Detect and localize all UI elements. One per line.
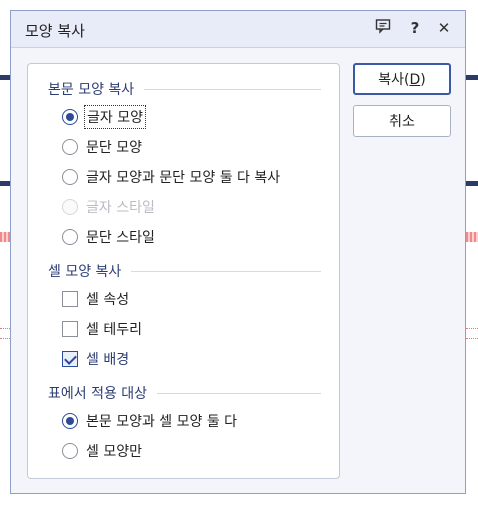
background-dotted-line bbox=[0, 338, 10, 339]
checkbox[interactable] bbox=[62, 291, 78, 307]
section-title: 표에서 적용 대상 bbox=[48, 386, 148, 402]
option-label: 글자 스타일 bbox=[86, 200, 155, 216]
radio-button[interactable] bbox=[62, 443, 78, 459]
option-label: 셀 테두리 bbox=[86, 322, 142, 338]
body-copy-section-header: 본문 모양 복사 bbox=[48, 79, 321, 99]
radio-para-style[interactable]: 문단 스타일 bbox=[62, 226, 155, 248]
radio-button[interactable] bbox=[62, 229, 78, 245]
radio-both-copy[interactable]: 글자 모양과 문단 모양 둘 다 복사 bbox=[62, 166, 280, 188]
radio-body-and-cell[interactable]: 본문 모양과 셀 모양 둘 다 bbox=[62, 410, 237, 432]
radio-cell-only[interactable]: 셀 모양만 bbox=[62, 440, 142, 462]
section-divider bbox=[144, 88, 321, 90]
copy-button[interactable]: 복사(D) bbox=[353, 63, 451, 95]
background-dotted-line bbox=[466, 338, 478, 339]
help-icon[interactable]: ? bbox=[405, 18, 425, 38]
background-dotted-line bbox=[466, 328, 478, 329]
background-document-line bbox=[0, 75, 10, 80]
radio-button bbox=[62, 199, 78, 215]
table-target-section-header: 표에서 적용 대상 bbox=[48, 383, 321, 403]
dialog-title: 모양 복사 bbox=[25, 22, 85, 40]
close-icon[interactable]: ✕ bbox=[434, 18, 454, 38]
comment-icon[interactable] bbox=[373, 18, 393, 38]
copy-button-label: 복사(D) bbox=[378, 72, 426, 88]
background-document-line bbox=[466, 75, 478, 80]
cancel-button-label: 취소 bbox=[389, 114, 415, 130]
section-title: 셀 모양 복사 bbox=[48, 264, 122, 280]
option-label: 문단 모양 bbox=[86, 140, 142, 156]
option-label: 본문 모양과 셀 모양 둘 다 bbox=[86, 414, 238, 430]
cancel-button[interactable]: 취소 bbox=[353, 105, 451, 137]
option-label: 셀 배경 bbox=[86, 352, 130, 368]
background-highlight bbox=[0, 232, 10, 242]
checkbox[interactable] bbox=[62, 321, 78, 337]
option-label: 셀 모양만 bbox=[86, 444, 142, 460]
background-document-line bbox=[466, 181, 478, 186]
background-dotted-line bbox=[0, 328, 10, 329]
section-divider bbox=[157, 392, 321, 394]
options-panel: 본문 모양 복사 글자 모양 문단 모양 글자 모양과 문단 모양 둘 다 복사… bbox=[27, 63, 340, 479]
cell-copy-section-header: 셀 모양 복사 bbox=[48, 261, 321, 281]
dialog-titlebar: 모양 복사 ? ✕ bbox=[11, 11, 465, 48]
radio-char-shape[interactable]: 글자 모양 bbox=[62, 105, 146, 129]
option-label: 글자 모양 bbox=[84, 105, 146, 129]
background-document-line bbox=[0, 181, 10, 186]
radio-button[interactable] bbox=[62, 169, 78, 185]
background-highlight bbox=[466, 232, 478, 242]
checkbox-cell-border[interactable]: 셀 테두리 bbox=[62, 318, 142, 340]
checkbox-cell-attributes[interactable]: 셀 속성 bbox=[62, 288, 129, 310]
section-divider bbox=[131, 270, 321, 272]
radio-button[interactable] bbox=[62, 413, 78, 429]
checkbox[interactable] bbox=[62, 351, 78, 367]
option-label: 글자 모양과 문단 모양 둘 다 복사 bbox=[86, 170, 281, 186]
radio-button[interactable] bbox=[62, 139, 78, 155]
radio-button[interactable] bbox=[62, 109, 78, 125]
shape-copy-dialog: 모양 복사 ? ✕ 본문 모양 복사 글자 모양 문단 모양 글자 모양과 문단… bbox=[10, 10, 466, 494]
checkbox-cell-background[interactable]: 셀 배경 bbox=[62, 348, 129, 370]
radio-char-style: 글자 스타일 bbox=[62, 196, 155, 218]
option-label: 문단 스타일 bbox=[86, 230, 155, 246]
option-label: 셀 속성 bbox=[86, 292, 130, 308]
radio-para-shape[interactable]: 문단 모양 bbox=[62, 136, 142, 158]
section-title: 본문 모양 복사 bbox=[48, 82, 135, 98]
